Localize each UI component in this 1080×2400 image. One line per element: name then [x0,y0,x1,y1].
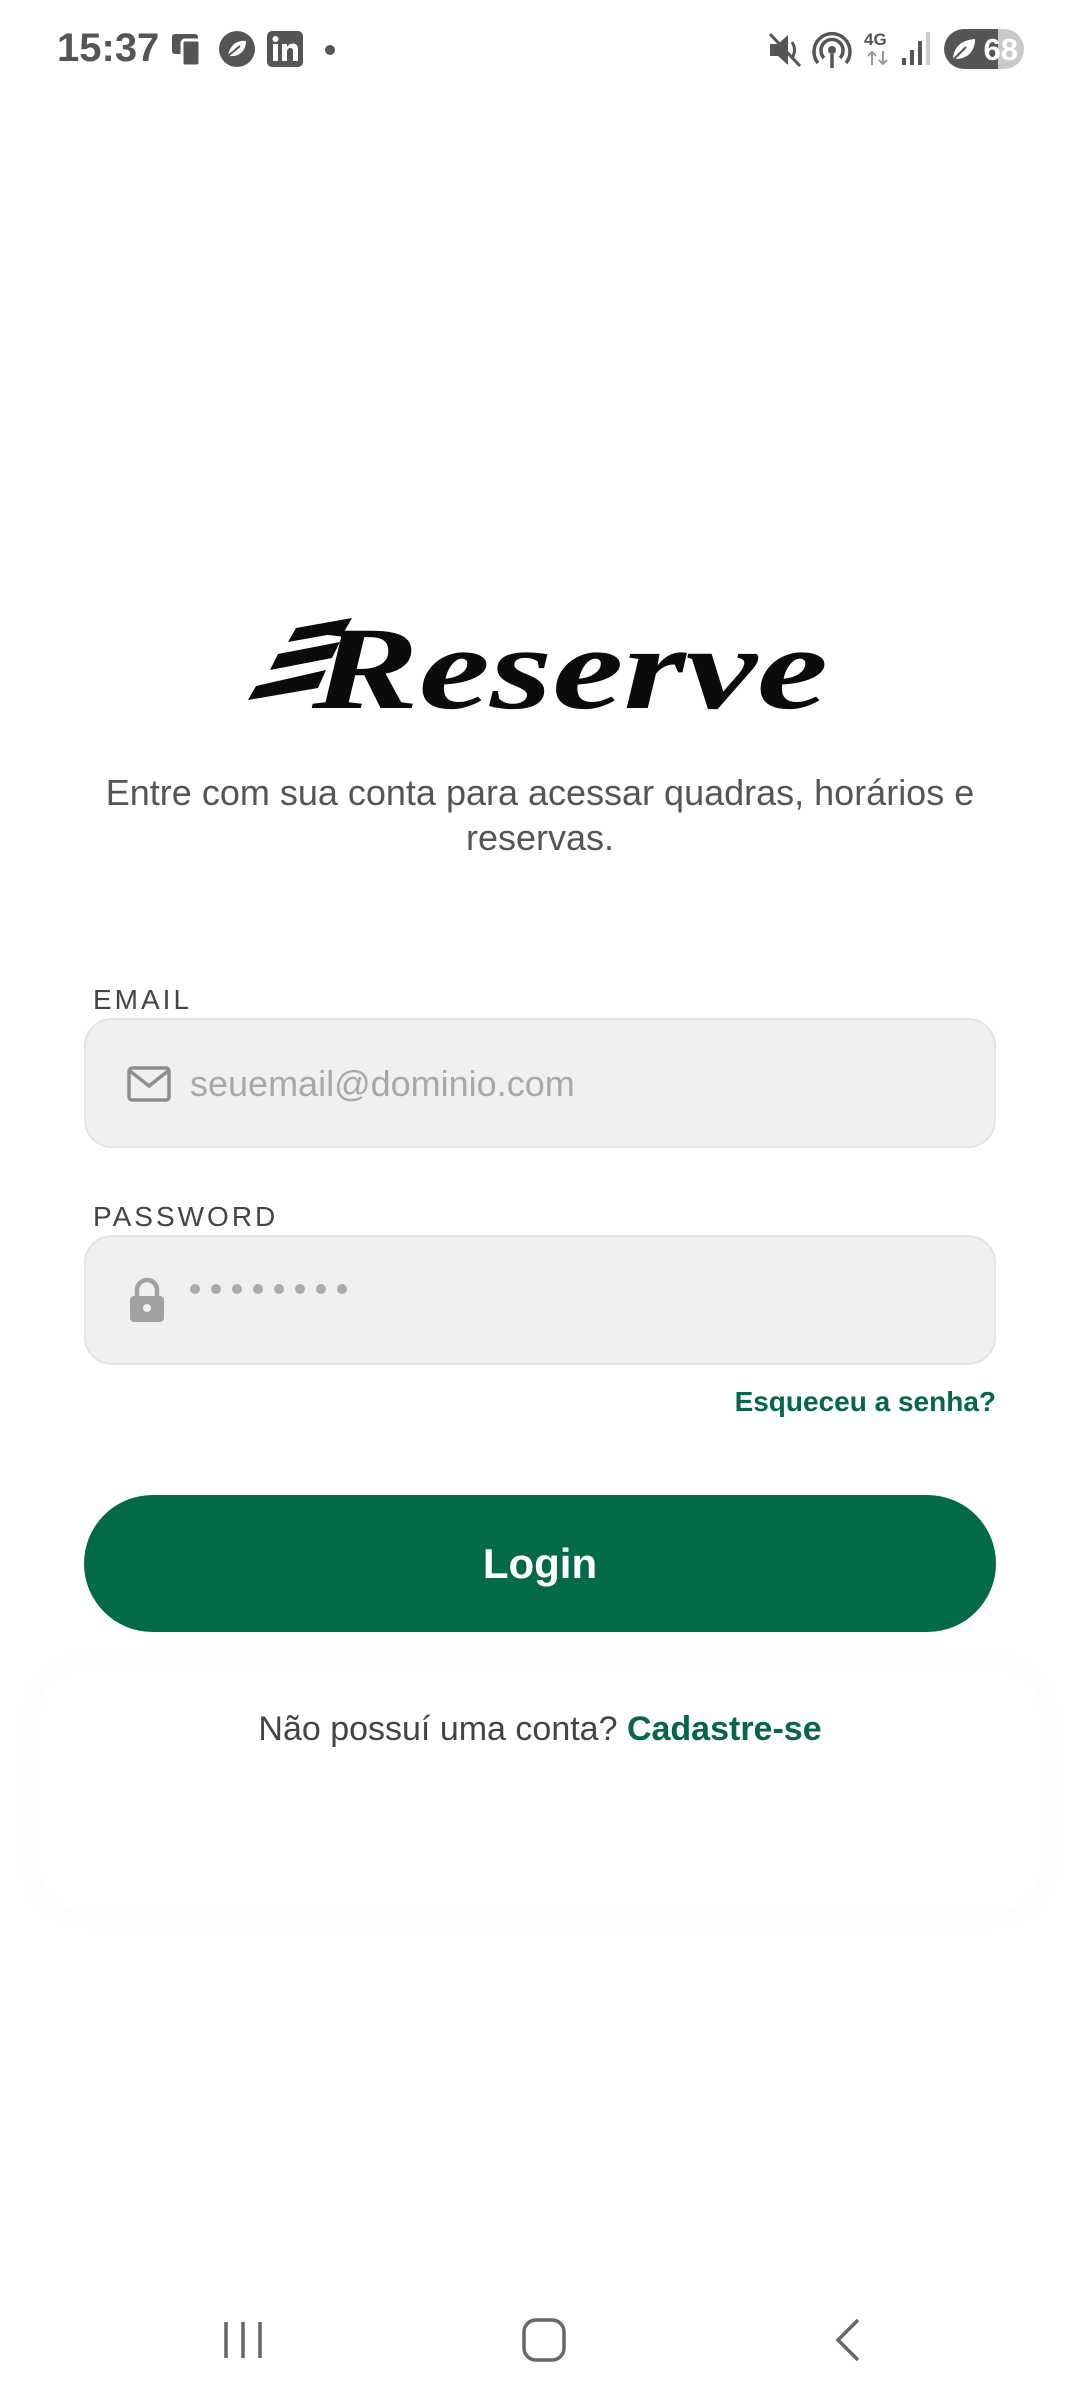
battery-percent: 68 [983,32,1018,67]
network-4g-icon: 4G [864,30,892,70]
dot-icon [325,45,335,55]
mute-icon [768,32,802,68]
logo-text: Reserve [311,612,828,722]
email-field[interactable] [84,1018,996,1148]
email-label: EMAIL [93,984,193,1015]
network-type-label: 4G [864,30,887,49]
recents-icon[interactable] [220,2318,266,2362]
subtitle: Entre com sua conta para acessar quadras… [105,772,975,858]
linkedin-icon [267,31,303,67]
password-mask [190,1284,347,1294]
login-button[interactable]: Login [84,1495,996,1632]
status-bar: 15:37 4G 68 [0,0,1080,100]
signal-icon [902,32,930,65]
email-input[interactable] [188,1020,972,1148]
battery-icon: 68 [944,29,1024,69]
signup-link[interactable]: Cadastre-se [627,1710,822,1748]
navigation-bar [0,2270,1080,2400]
password-field[interactable] [84,1235,996,1365]
password-label: PASSWORD [93,1201,279,1232]
leaf-app-icon [219,31,255,67]
screen-mirror-icon [172,34,202,68]
signup-prompt: Não possuí uma conta? [258,1710,618,1748]
signup-row: Não possuí uma conta? Cadastre-se [0,1710,1080,1749]
mail-icon [127,1066,171,1102]
home-icon[interactable] [520,2316,568,2364]
forgot-password-link[interactable]: Esqueceu a senha? [735,1386,996,1418]
status-time: 15:37 [57,26,160,70]
battery-saver-leaf-icon [952,39,975,61]
signup-section [40,1670,1040,1910]
hotspot-icon [812,32,852,68]
lock-icon [130,1277,164,1322]
app-logo: Reserve [244,603,836,734]
back-icon[interactable] [830,2316,866,2364]
